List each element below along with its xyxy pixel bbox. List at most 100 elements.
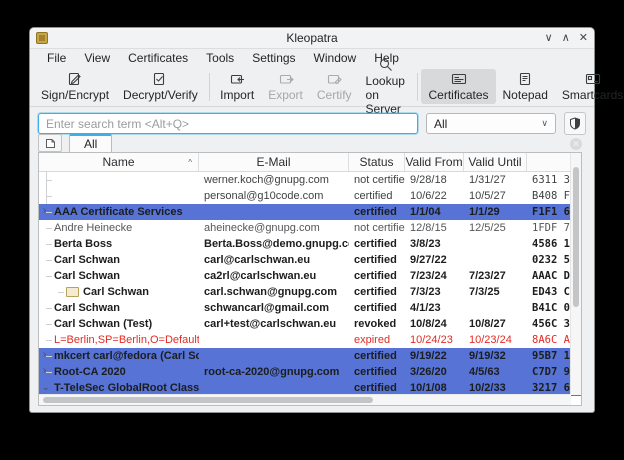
valid-from-cell: 10/1/08 xyxy=(405,382,464,394)
certificate-row[interactable]: Berta BossBerta.Boss@demo.gnupg.comcerti… xyxy=(39,236,581,252)
certificate-row[interactable]: ›mkcert carl@fedora (Carl Sch...certifie… xyxy=(39,348,581,364)
certificate-row[interactable]: ›AAA Certificate Servicescertified1/1/04… xyxy=(39,204,581,220)
certificates-button[interactable]: Certificates xyxy=(421,69,495,104)
certificate-name: Carl Schwan xyxy=(54,254,120,266)
tree-gutter xyxy=(41,268,54,284)
certificate-name: AAA Certificate Services xyxy=(54,206,183,218)
certificate-name: Carl Schwan xyxy=(54,270,120,282)
close-tab-icon: ✕ xyxy=(570,138,582,150)
certificate-row[interactable]: werner.koch@gnupg.comnot certified9/28/1… xyxy=(39,172,581,188)
certify-button: Certify xyxy=(310,69,359,104)
table-rows: werner.koch@gnupg.comnot certified9/28/1… xyxy=(39,172,581,396)
collapse-icon[interactable]: ⌄ xyxy=(42,382,50,393)
name-cell: Carl Schwan xyxy=(39,284,199,300)
email-cell: schwancarl@gmail.com xyxy=(199,302,349,314)
maximize-icon[interactable]: ∧ xyxy=(562,32,570,44)
filter-dropdown[interactable]: All ∨ xyxy=(426,113,556,134)
name-cell: Carl Schwan (Test) xyxy=(39,316,199,332)
email-cell: ca2rl@carlschwan.eu xyxy=(199,270,349,282)
notepad-button[interactable]: Notepad xyxy=(496,69,555,104)
smartcard-icon xyxy=(66,287,79,297)
export-button: Export xyxy=(261,69,310,104)
status-cell: certified xyxy=(349,190,405,202)
tree-gutter: › xyxy=(41,204,54,220)
column-label: Status xyxy=(359,155,393,169)
title-bar: Kleopatra ∨ ∧ ✕ xyxy=(30,28,594,49)
certificate-row[interactable]: Andre Heineckeaheinecke@gnupg.comnot cer… xyxy=(39,220,581,236)
tab-label: All xyxy=(84,137,97,151)
valid-from-cell: 12/8/15 xyxy=(405,222,464,234)
name-cell: Carl Schwan xyxy=(39,300,199,316)
decrypt-verify-button[interactable]: Decrypt/Verify xyxy=(116,69,205,104)
sign-encrypt-button[interactable]: Sign/Encrypt xyxy=(34,69,116,104)
smartcards-button[interactable]: Smartcards xyxy=(555,69,624,104)
toolbar-button-label: Sign/Encrypt xyxy=(41,88,109,102)
certificate-row[interactable]: ›Root-CA 2020root-ca-2020@gnupg.comcerti… xyxy=(39,364,581,380)
valid-from-cell: 7/3/23 xyxy=(405,286,464,298)
status-cell: certified xyxy=(349,238,405,250)
email-cell: root-ca-2020@gnupg.com xyxy=(199,366,349,378)
toolbar-button-label: Lookup on Server xyxy=(366,74,407,116)
certificate-row[interactable]: Carl Schwanca2rl@carlschwan.eucertified7… xyxy=(39,268,581,284)
lookup-on-server-button[interactable]: Lookup on Server xyxy=(359,55,414,118)
sort-ascending-icon: ^ xyxy=(188,158,192,167)
vertical-scrollbar[interactable] xyxy=(570,153,581,395)
name-cell: ›mkcert carl@fedora (Carl Sch... xyxy=(39,348,199,364)
certificates-icon xyxy=(451,71,467,87)
valid-until-cell: 9/19/32 xyxy=(464,350,527,362)
certificate-row[interactable]: Carl Schwan (Test)carl+test@carlschwan.e… xyxy=(39,316,581,332)
toolbar-button-label: Notepad xyxy=(503,88,548,102)
tree-gutter xyxy=(41,332,54,348)
certify-shield-button[interactable] xyxy=(564,112,586,135)
vertical-scrollbar-handle[interactable] xyxy=(573,167,579,307)
column-label: Name xyxy=(102,155,134,169)
name-cell: Carl Schwan xyxy=(39,268,199,284)
valid-from-cell: 10/8/24 xyxy=(405,318,464,330)
toolbar-button-label: Smartcards xyxy=(562,88,623,102)
email-cell: personal@g10code.com xyxy=(199,190,349,202)
expand-icon[interactable]: › xyxy=(43,365,46,376)
email-cell: Berta.Boss@demo.gnupg.com xyxy=(199,238,349,250)
toolbar-button-label: Certify xyxy=(317,88,352,102)
new-tab-button[interactable] xyxy=(38,134,62,152)
expand-icon[interactable]: › xyxy=(43,205,46,216)
certificate-row[interactable]: L=Berlin,SP=Berlin,O=Default C...expired… xyxy=(39,332,581,348)
certificate-row[interactable]: Carl Schwancarl.schwan@gnupg.comcertifie… xyxy=(39,284,581,300)
horizontal-scrollbar[interactable] xyxy=(39,394,571,405)
certificate-table: Name ^ E-Mail Status Valid FromValid Until w… xyxy=(38,152,582,406)
name-cell: L=Berlin,SP=Berlin,O=Default C... xyxy=(39,332,199,348)
valid-until-cell: 10/5/27 xyxy=(464,190,527,202)
valid-until-cell: 10/23/24 xyxy=(464,334,527,346)
toolbar: Sign/Encrypt Decrypt/VerifyImportExport Ce… xyxy=(30,67,594,107)
tree-gutter: › xyxy=(41,364,54,380)
column-header-valid-until[interactable]: Valid Until xyxy=(464,153,527,171)
valid-until-cell: 7/23/27 xyxy=(464,270,527,282)
certificate-row[interactable]: Carl Schwanschwancarl@gmail.comcertified… xyxy=(39,300,581,316)
certificate-row[interactable]: personal@g10code.comcertified10/6/2210/5… xyxy=(39,188,581,204)
minimize-icon[interactable]: ∨ xyxy=(545,32,553,44)
column-header-e-mail[interactable]: E-Mail xyxy=(199,153,349,171)
status-cell: revoked xyxy=(349,318,405,330)
certificate-view: All ✕ Name ^ E-Mail Status Valid FromValid U… xyxy=(38,134,582,406)
certificate-name: L=Berlin,SP=Berlin,O=Default C... xyxy=(54,334,199,346)
tab-all[interactable]: All xyxy=(69,134,112,152)
sign-encrypt-icon xyxy=(67,71,83,87)
expand-icon[interactable]: › xyxy=(43,349,46,360)
column-header-status[interactable]: Status xyxy=(349,153,405,171)
search-input[interactable] xyxy=(38,113,418,134)
column-label: E-Mail xyxy=(256,155,290,169)
close-icon[interactable]: ✕ xyxy=(579,32,588,44)
column-header-valid-from[interactable]: Valid From xyxy=(405,153,464,171)
certificate-row[interactable]: Carl Schwancarl@carlschwan.eucertified9/… xyxy=(39,252,581,268)
column-label: Valid From xyxy=(405,155,462,169)
valid-from-cell: 3/8/23 xyxy=(405,238,464,250)
column-header-name[interactable]: Name ^ xyxy=(39,153,199,171)
tree-gutter xyxy=(41,316,54,332)
export-icon xyxy=(278,71,294,87)
certify-icon xyxy=(326,71,342,87)
horizontal-scrollbar-handle[interactable] xyxy=(43,397,373,403)
import-button[interactable]: Import xyxy=(213,69,261,104)
valid-from-cell: 10/24/23 xyxy=(405,334,464,346)
valid-until-cell: 4/5/63 xyxy=(464,366,527,378)
valid-from-cell: 7/23/24 xyxy=(405,270,464,282)
